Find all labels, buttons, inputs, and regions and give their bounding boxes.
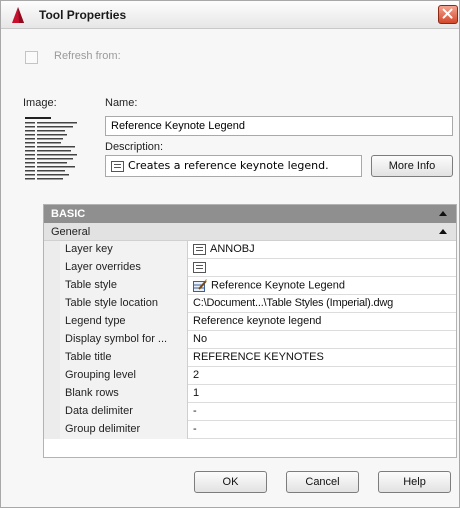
category-general[interactable]: General bbox=[44, 223, 456, 241]
category-basic-label: BASIC bbox=[51, 208, 86, 220]
title-bar[interactable]: Tool Properties bbox=[1, 1, 459, 29]
description-text: Creates a reference keynote legend. bbox=[128, 159, 329, 172]
image-label: Image: bbox=[23, 97, 57, 109]
ok-button[interactable]: OK bbox=[194, 471, 267, 493]
name-label: Name: bbox=[105, 97, 138, 109]
help-button[interactable]: Help bbox=[378, 471, 451, 493]
property-name: Layer key bbox=[60, 241, 188, 259]
refresh-from-label: Refresh from: bbox=[54, 50, 121, 62]
list-icon bbox=[111, 160, 124, 172]
table-style-icon bbox=[193, 279, 207, 292]
property-value[interactable]: C:\Document...\Table Styles (Imperial).d… bbox=[189, 295, 456, 313]
property-row-table-style[interactable]: Table style Reference Keynote Legend bbox=[44, 277, 456, 295]
property-rows: Layer key ANNOBJ Layer overrides Table s… bbox=[44, 241, 456, 439]
refresh-checkbox[interactable] bbox=[25, 51, 38, 64]
property-value[interactable]: - bbox=[189, 421, 456, 439]
tool-image-thumbnail[interactable] bbox=[25, 117, 79, 185]
property-value[interactable]: REFERENCE KEYNOTES bbox=[189, 349, 456, 367]
property-row-grouping-level[interactable]: Grouping level 2 bbox=[44, 367, 456, 385]
cancel-button[interactable]: Cancel bbox=[286, 471, 359, 493]
property-row-table-style-location[interactable]: Table style location C:\Document...\Tabl… bbox=[44, 295, 456, 313]
property-value[interactable]: 1 bbox=[189, 385, 456, 403]
property-value[interactable]: ANNOBJ bbox=[189, 241, 456, 259]
property-name: Grouping level bbox=[60, 367, 188, 385]
properties-grid: BASIC General Layer key ANNOBJ Layer ove bbox=[43, 204, 457, 458]
property-name: Layer overrides bbox=[60, 259, 188, 277]
autocad-logo-icon bbox=[12, 7, 24, 23]
tool-properties-dialog: Tool Properties Refresh from: Image: Nam… bbox=[0, 0, 460, 508]
list-icon bbox=[193, 261, 206, 273]
property-value[interactable]: Reference keynote legend bbox=[189, 313, 456, 331]
property-row-display-symbol[interactable]: Display symbol for ... No bbox=[44, 331, 456, 349]
property-row-data-delimiter[interactable]: Data delimiter - bbox=[44, 403, 456, 421]
name-input[interactable]: Reference Keynote Legend bbox=[105, 116, 453, 136]
dialog-title: Tool Properties bbox=[39, 8, 127, 22]
list-icon bbox=[193, 243, 206, 255]
property-name: Data delimiter bbox=[60, 403, 188, 421]
description-label: Description: bbox=[105, 141, 164, 153]
property-row-layer-overrides[interactable]: Layer overrides bbox=[44, 259, 456, 277]
property-name: Group delimiter bbox=[60, 421, 188, 439]
property-value[interactable] bbox=[189, 259, 456, 277]
close-button[interactable] bbox=[438, 5, 458, 24]
property-value[interactable]: No bbox=[189, 331, 456, 349]
property-name: Table style location bbox=[60, 295, 188, 313]
collapse-caret-icon[interactable] bbox=[439, 211, 447, 216]
category-general-label: General bbox=[51, 226, 91, 238]
property-value[interactable]: Reference Keynote Legend bbox=[189, 277, 456, 295]
collapse-caret-icon[interactable] bbox=[439, 229, 447, 234]
property-name: Blank rows bbox=[60, 385, 188, 403]
property-row-layer-key[interactable]: Layer key ANNOBJ bbox=[44, 241, 456, 259]
more-info-button[interactable]: More Info bbox=[371, 155, 453, 177]
property-name: Display symbol for ... bbox=[60, 331, 188, 349]
property-value[interactable]: - bbox=[189, 403, 456, 421]
property-name: Table style bbox=[60, 277, 188, 295]
property-value[interactable]: 2 bbox=[189, 367, 456, 385]
close-icon bbox=[442, 8, 453, 19]
category-basic[interactable]: BASIC bbox=[44, 205, 456, 223]
property-name: Legend type bbox=[60, 313, 188, 331]
property-row-legend-type[interactable]: Legend type Reference keynote legend bbox=[44, 313, 456, 331]
property-row-blank-rows[interactable]: Blank rows 1 bbox=[44, 385, 456, 403]
property-name: Table title bbox=[60, 349, 188, 367]
description-input[interactable]: Creates a reference keynote legend. bbox=[105, 155, 362, 177]
property-row-group-delimiter[interactable]: Group delimiter - bbox=[44, 421, 456, 439]
property-row-table-title[interactable]: Table title REFERENCE KEYNOTES bbox=[44, 349, 456, 367]
